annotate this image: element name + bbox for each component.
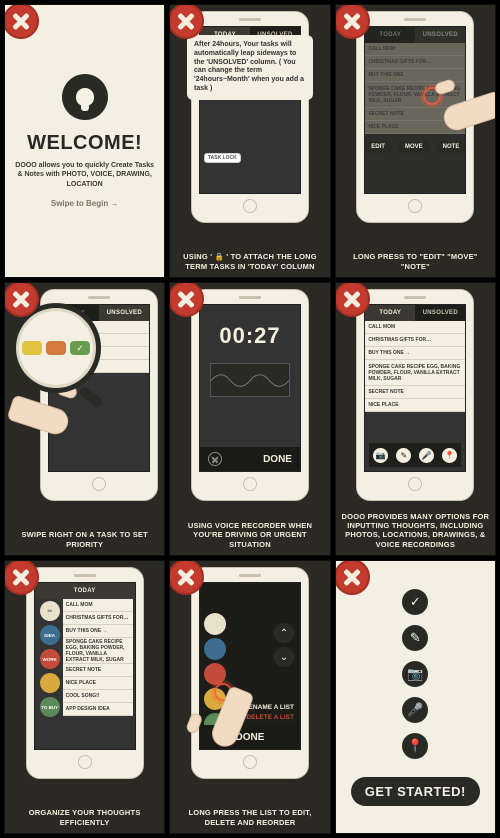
tab-unsolved[interactable]: UNSOLVED bbox=[99, 305, 149, 321]
tile-organize: TODAY ▭ IDEA WORK TO BUY CALL MOM CHRIST… bbox=[4, 560, 165, 834]
get-started-button[interactable]: GET STARTED! bbox=[351, 777, 480, 806]
mic-icon[interactable]: 🎤 bbox=[419, 448, 434, 463]
tile-list-edit: ⌃ ⌄ RENAME A LIST DELETE A LIST DONE LON… bbox=[169, 560, 330, 834]
task-row[interactable]: SECRET NOTE bbox=[365, 386, 465, 399]
timer-value: 00:27 bbox=[200, 323, 300, 349]
note-button[interactable]: NOTE bbox=[436, 141, 467, 153]
tab-today[interactable]: TODAY bbox=[35, 583, 135, 599]
task-row[interactable]: CALL MOM bbox=[365, 321, 465, 334]
tile-welcome: WELCOME! DOOO allows you to quickly Crea… bbox=[4, 4, 165, 278]
phone-mock: 00:27 DONE bbox=[191, 289, 309, 501]
swipe-hint: Swipe to Begin → bbox=[51, 199, 119, 208]
bulb-icon bbox=[62, 74, 108, 120]
category-icon[interactable] bbox=[204, 613, 226, 635]
home-button-icon bbox=[243, 477, 257, 491]
location-icon: 📍 bbox=[402, 733, 428, 759]
category-misc[interactable] bbox=[40, 673, 60, 693]
task-row[interactable]: APP DESIGN IDEA bbox=[63, 703, 133, 716]
task-row[interactable]: BUY THIS ONE → bbox=[63, 625, 133, 638]
pencil-icon: ✎ bbox=[402, 625, 428, 651]
home-button-icon bbox=[243, 755, 257, 769]
delete-list-button[interactable]: DELETE A LIST bbox=[244, 714, 294, 721]
mic-icon: 🎤 bbox=[402, 697, 428, 723]
tile-swipe-priority: TODAY UNSOLVED CAR WASH OIL CHANGE SET U… bbox=[4, 282, 165, 556]
caption: USING ' 🔒 ' TO ATTACH THE LONG TERM TASK… bbox=[174, 252, 325, 271]
task-lock-label: TASK LOCK bbox=[204, 153, 241, 163]
tab-today[interactable]: TODAY bbox=[365, 305, 415, 321]
location-icon[interactable]: 📍 bbox=[442, 448, 457, 463]
tile-long-press: TODAY UNSOLVED CALL MOM CHRISTMAS GIFTS … bbox=[335, 4, 496, 278]
close-icon[interactable] bbox=[335, 4, 370, 39]
phone-mock: TODAY ▭ IDEA WORK TO BUY CALL MOM CHRIST… bbox=[26, 567, 144, 779]
category-work[interactable]: WORK bbox=[40, 649, 60, 669]
task-row[interactable]: SPONGE CAKE RECIPE EGG, BAKING POWDER, F… bbox=[63, 638, 133, 664]
move-button[interactable]: MOVE bbox=[398, 141, 430, 153]
caption: DOOO PROVIDES MANY OPTIONS FOR INPUTTING… bbox=[340, 512, 491, 550]
tooltip-bubble: After 24hours, Your tasks will automatic… bbox=[187, 35, 313, 100]
home-button-icon bbox=[408, 199, 422, 213]
close-icon[interactable] bbox=[335, 560, 370, 595]
task-row[interactable]: SECRET NOTE bbox=[63, 664, 133, 677]
close-icon[interactable] bbox=[335, 282, 370, 317]
move-up-icon[interactable]: ⌃ bbox=[274, 623, 294, 643]
check-icon: ✓ bbox=[402, 589, 428, 615]
home-button-icon bbox=[78, 755, 92, 769]
welcome-heading: WELCOME! bbox=[27, 132, 142, 155]
category-idea[interactable]: IDEA bbox=[40, 625, 60, 645]
caption: ORGANIZE YOUR THOUGHTS EFFICIENTLY bbox=[9, 808, 160, 827]
cancel-button[interactable] bbox=[208, 452, 222, 466]
move-down-icon[interactable]: ⌄ bbox=[274, 647, 294, 667]
task-row[interactable]: SPONGE CAKE RECIPE EGG, BAKING POWDER, F… bbox=[365, 360, 465, 386]
edit-button[interactable]: EDIT bbox=[364, 141, 392, 153]
done-button[interactable]: DONE bbox=[263, 454, 292, 465]
phone-mock: TODAY UNSOLVED CALL MOM CHRISTMAS GIFTS … bbox=[356, 289, 474, 501]
tab-unsolved[interactable]: UNSOLVED bbox=[415, 305, 465, 321]
category-note-icon[interactable]: ▭ bbox=[40, 601, 60, 621]
task-row[interactable]: NICE PLACE bbox=[365, 399, 465, 412]
home-button-icon bbox=[92, 477, 106, 491]
tile-voice-recorder: 00:27 DONE USING VOICE RECORDER WHEN YOU… bbox=[169, 282, 330, 556]
tile-input-options: TODAY UNSOLVED CALL MOM CHRISTMAS GIFTS … bbox=[335, 282, 496, 556]
camera-icon: 📷 bbox=[402, 661, 428, 687]
close-icon[interactable] bbox=[4, 4, 39, 39]
home-button-icon bbox=[408, 477, 422, 491]
caption: LONG PRESS THE LIST TO EDIT, DELETE AND … bbox=[174, 808, 325, 827]
hand-icon bbox=[433, 75, 496, 125]
task-row[interactable]: CHRISTMAS GIFTS FOR… bbox=[365, 334, 465, 347]
task-row[interactable]: CHRISTMAS GIFTS FOR… bbox=[63, 612, 133, 625]
tile-get-started: ✓ ✎ 📷 🎤 📍 GET STARTED! bbox=[335, 560, 496, 834]
priority-orange[interactable] bbox=[46, 341, 66, 355]
caption: SWIPE RIGHT ON A TASK TO SET PRIORITY bbox=[9, 530, 160, 549]
task-row[interactable]: COOL SONG!! bbox=[63, 690, 133, 703]
home-button-icon bbox=[243, 199, 257, 213]
caption: LONG PRESS TO "EDIT" "MOVE" "NOTE" bbox=[340, 252, 491, 271]
task-row[interactable]: NICE PLACE bbox=[63, 677, 133, 690]
waveform-icon bbox=[210, 363, 290, 397]
done-button[interactable]: DONE bbox=[236, 732, 265, 743]
camera-icon[interactable]: 📷 bbox=[373, 448, 388, 463]
priority-yellow[interactable] bbox=[22, 341, 42, 355]
priority-green[interactable]: ✓ bbox=[70, 341, 90, 355]
pencil-icon[interactable]: ✎ bbox=[396, 448, 411, 463]
category-tobuy[interactable]: TO BUY bbox=[40, 697, 60, 717]
caption: USING VOICE RECORDER WHEN YOU'RE DRIVING… bbox=[174, 521, 325, 549]
task-row[interactable]: BUY THIS ONE → bbox=[365, 347, 465, 360]
welcome-sub: DOOO allows you to quickly Create Tasks … bbox=[15, 161, 154, 188]
task-row[interactable]: CALL MOM bbox=[63, 599, 133, 612]
tile-task-lock: TODAY UNSOLVED OIL CHANGE TASK LOCK Afte… bbox=[169, 4, 330, 278]
category-icon[interactable] bbox=[204, 638, 226, 660]
